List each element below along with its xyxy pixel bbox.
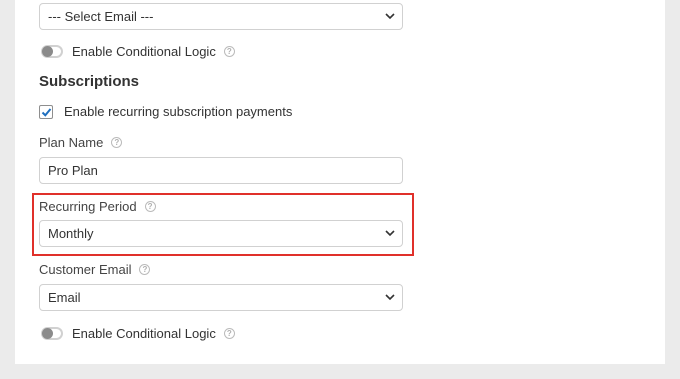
- toggle-knob: [42, 46, 53, 57]
- conditional-logic-label-2: Enable Conditional Logic: [72, 326, 216, 341]
- chevron-down-icon: [385, 230, 395, 237]
- recurring-period-select[interactable]: Monthly: [39, 220, 403, 247]
- recurring-period-label-row: Recurring Period ?: [39, 199, 156, 214]
- checkmark-icon: [41, 107, 52, 117]
- plan-name-value: Pro Plan: [48, 163, 98, 178]
- help-icon[interactable]: ?: [111, 137, 123, 148]
- recurring-period-label: Recurring Period: [39, 199, 137, 214]
- customer-email-label: Customer Email: [39, 262, 132, 277]
- toggle-knob: [42, 328, 53, 339]
- recurring-payments-checkbox-row[interactable]: Enable recurring subscription payments: [39, 104, 292, 119]
- chevron-down-icon: [385, 294, 395, 301]
- help-icon[interactable]: ?: [144, 201, 156, 212]
- customer-email-value: Email: [48, 290, 81, 305]
- conditional-logic-toggle-2[interactable]: [41, 327, 63, 340]
- email-select-value: --- Select Email ---: [48, 9, 154, 24]
- conditional-logic-toggle[interactable]: [41, 45, 63, 58]
- conditional-logic-label: Enable Conditional Logic: [72, 44, 216, 59]
- recurring-payments-checkbox[interactable]: [39, 104, 53, 119]
- customer-email-label-row: Customer Email ?: [39, 262, 151, 277]
- email-select[interactable]: --- Select Email ---: [39, 3, 403, 30]
- chevron-down-icon: [385, 13, 395, 20]
- customer-email-select[interactable]: Email: [39, 284, 403, 311]
- recurring-payments-label: Enable recurring subscription payments: [64, 104, 293, 119]
- plan-name-label-row: Plan Name ?: [39, 135, 123, 150]
- subscriptions-section-title: Subscriptions: [39, 73, 140, 90]
- plan-name-label: Plan Name: [39, 135, 104, 150]
- conditional-logic-toggle-row-2[interactable]: Enable Conditional Logic ?: [41, 326, 235, 341]
- help-icon[interactable]: ?: [223, 328, 235, 339]
- recurring-period-value: Monthly: [48, 226, 94, 241]
- help-icon[interactable]: ?: [139, 264, 151, 275]
- help-icon[interactable]: ?: [223, 46, 235, 57]
- conditional-logic-toggle-row[interactable]: Enable Conditional Logic ?: [41, 44, 235, 59]
- plan-name-input[interactable]: Pro Plan: [39, 157, 403, 184]
